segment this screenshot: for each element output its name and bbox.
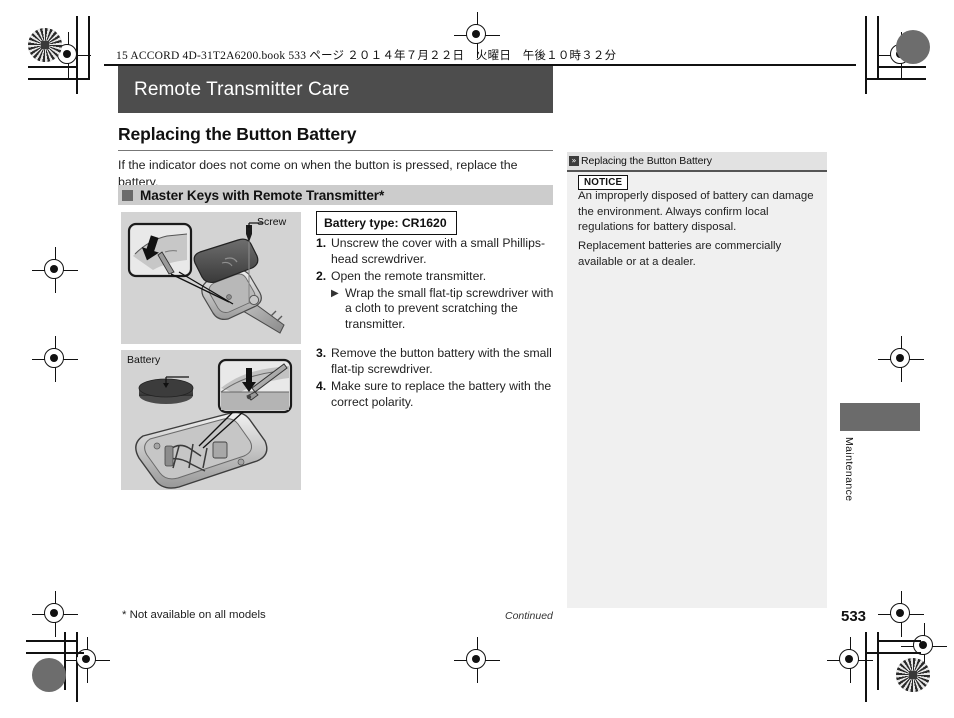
crop-line xyxy=(865,16,867,94)
registration-mark xyxy=(66,16,112,62)
registration-mark xyxy=(73,637,119,683)
side-tab-label: Maintenance xyxy=(843,437,855,502)
registration-mark xyxy=(32,591,78,637)
density-dot-mark xyxy=(32,658,66,692)
square-bullet-icon xyxy=(122,189,133,201)
registration-mark xyxy=(32,336,78,382)
sidebar-header: » Replacing the Button Battery xyxy=(567,152,827,170)
step-text: Open the remote transmitter. xyxy=(331,268,487,283)
section-heading-rule xyxy=(118,150,553,152)
chapter-title-bar: Remote Transmitter Care xyxy=(118,66,553,113)
step-text: Make sure to replace the battery with th… xyxy=(331,378,552,409)
figure-key-fob-screw-svg xyxy=(127,222,285,334)
figure-label-screw: Screw xyxy=(257,216,287,228)
section-heading: Replacing the Button Battery xyxy=(118,124,357,144)
notice-badge: NOTICE xyxy=(578,175,629,190)
registration-mark xyxy=(45,64,91,110)
subsection-bar: Master Keys with Remote Transmitter* xyxy=(118,185,553,205)
procedure-steps-group-2: 3. Remove the button battery with the sm… xyxy=(316,346,558,411)
chapter-title: Remote Transmitter Care xyxy=(134,78,350,100)
procedure-step: 4. Make sure to replace the battery with… xyxy=(316,379,558,411)
procedure-step: 1. Unscrew the cover with a small Philli… xyxy=(316,236,558,268)
step-number: 2. xyxy=(316,268,327,283)
registration-mark xyxy=(454,637,500,683)
registration-mark xyxy=(827,637,873,683)
step-number: 1. xyxy=(316,236,327,250)
sidebar-title: Replacing the Button Battery xyxy=(581,155,712,167)
figure-battery-svg xyxy=(135,358,293,489)
footnote: * Not available on all models xyxy=(122,609,266,621)
step-text: Remove the button battery with the small… xyxy=(331,346,552,376)
procedure-step: 3. Remove the button battery with the sm… xyxy=(316,346,558,378)
page-number: 533 xyxy=(841,608,867,625)
substep-text: Wrap the small flat-tip screwdriver with… xyxy=(345,285,554,332)
procedure-steps-group-1: 1. Unscrew the cover with a small Philli… xyxy=(316,236,558,333)
star-target-mark xyxy=(896,658,930,692)
registration-mark xyxy=(878,336,924,382)
sidebar-paragraph-1: An improperly disposed of battery can da… xyxy=(578,190,814,233)
battery-type-box: Battery type: CR1620 xyxy=(316,211,457,235)
book-header-line: 15 ACCORD 4D-31T2A6200.book 533 ページ ２０１４… xyxy=(116,50,617,62)
double-chevron-icon: » xyxy=(569,156,579,166)
side-tab-marker xyxy=(840,403,920,431)
sidebar-rule xyxy=(567,170,827,172)
figure-key-fob-screw: Screw xyxy=(121,212,301,344)
triangle-bullet-icon: ▶ xyxy=(331,287,339,299)
crop-line xyxy=(866,78,926,80)
procedure-step: 2. Open the remote transmitter. xyxy=(316,269,558,285)
registration-mark xyxy=(32,247,78,293)
step-text: Unscrew the cover with a small Phillips-… xyxy=(331,236,546,266)
figure-battery: Battery xyxy=(121,350,301,490)
step-number: 4. xyxy=(316,378,327,393)
star-target-mark xyxy=(28,28,62,62)
step-number: 3. xyxy=(316,346,327,360)
procedure-substep: ▶ Wrap the small flat-tip screwdriver wi… xyxy=(331,286,558,334)
sidebar-paragraph-2: Replacement batteries are commercially a… xyxy=(578,240,782,268)
continued-label: Continued xyxy=(505,610,553,622)
subsection-heading: Master Keys with Remote Transmitter* xyxy=(140,187,385,203)
figure-label-battery: Battery xyxy=(127,354,161,366)
density-dot-mark xyxy=(896,30,930,64)
